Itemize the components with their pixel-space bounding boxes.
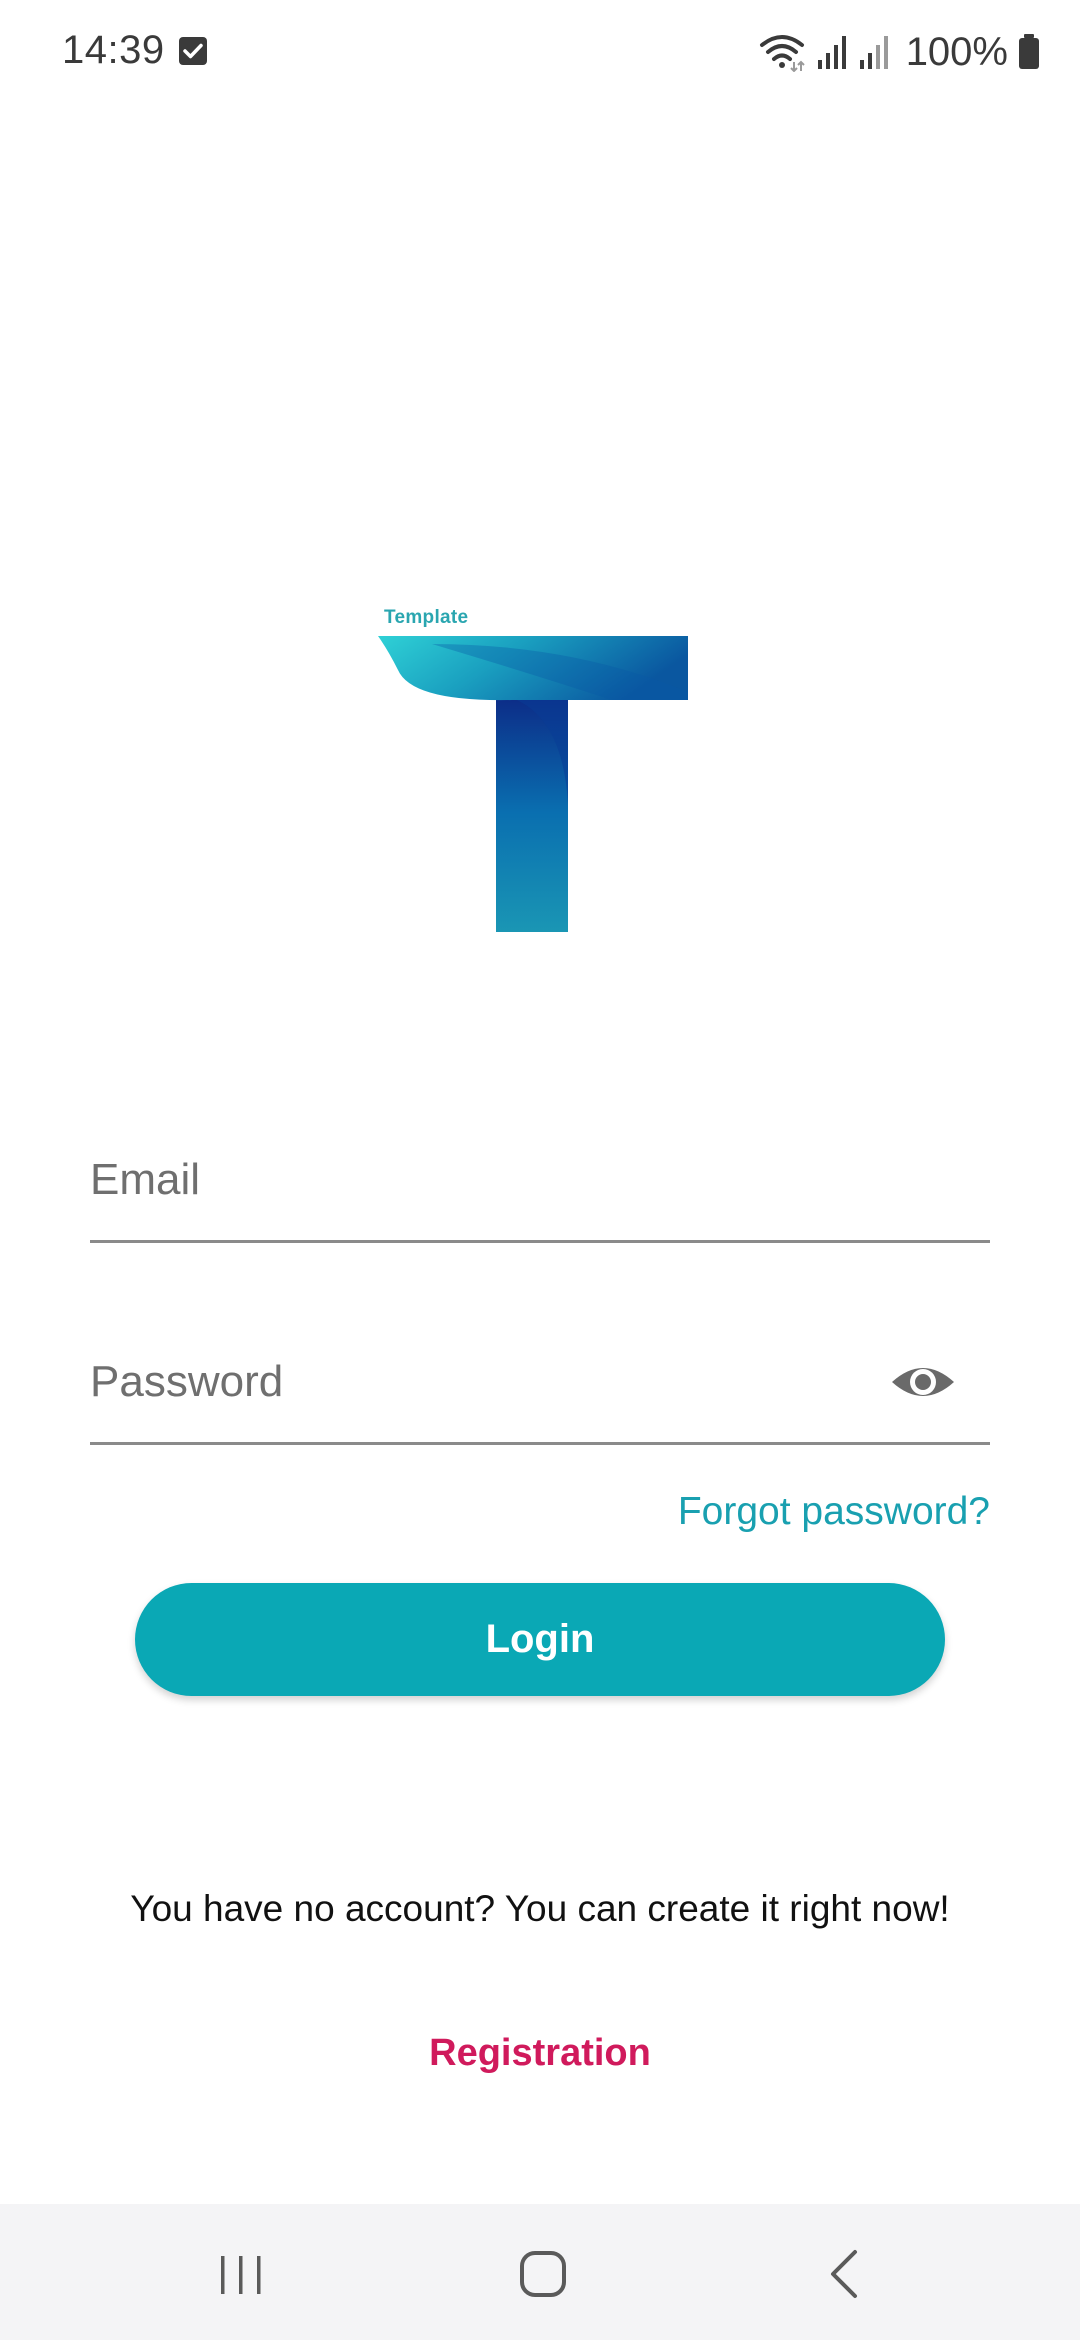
email-field[interactable]: [90, 1130, 990, 1243]
signal-icon: [859, 36, 888, 69]
status-bar: 14:39 100%: [0, 0, 1080, 104]
checkbox-notification-icon: [179, 37, 207, 65]
status-time: 14:39: [62, 28, 165, 72]
home-icon[interactable]: [513, 2244, 573, 2304]
status-icons: 100%: [758, 28, 1040, 76]
no-account-text: You have no account? You can create it r…: [130, 1888, 950, 1929]
wifi-icon: [759, 35, 805, 72]
login-button-label: Login: [485, 1617, 595, 1661]
password-field[interactable]: [90, 1332, 990, 1445]
password-input[interactable]: [90, 1332, 910, 1432]
email-input[interactable]: [90, 1130, 910, 1230]
back-icon[interactable]: [815, 2244, 875, 2304]
battery-icon: [1019, 34, 1039, 69]
login-button[interactable]: Login: [135, 1583, 945, 1696]
battery-percent: 100%: [905, 29, 1008, 74]
navigation-bar: [0, 2204, 1080, 2340]
forgot-password-link[interactable]: Forgot password?: [678, 1490, 990, 1534]
signal-icon: [817, 36, 846, 69]
registration-link[interactable]: Registration: [0, 2032, 1080, 2075]
template-logo-icon: [378, 636, 688, 932]
eye-icon[interactable]: [890, 1354, 956, 1410]
recents-icon[interactable]: [211, 2244, 271, 2304]
